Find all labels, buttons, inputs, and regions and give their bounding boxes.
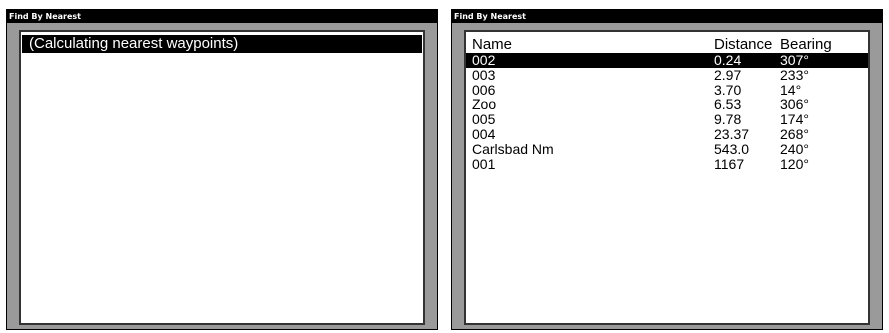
calculating-status: (Calculating nearest waypoints) xyxy=(22,35,422,53)
table-row[interactable]: 005 9.78 174° xyxy=(466,112,868,127)
waypoint-name-cell: Zoo xyxy=(472,96,497,113)
waypoint-distance-cell: 3.70 xyxy=(714,81,742,98)
table-row[interactable]: 006 3.70 14° xyxy=(466,81,868,98)
left-find-by-nearest-screen: Find By Nearest (Calculating nearest way… xyxy=(6,9,438,330)
waypoint-distance-cell: 543.0 xyxy=(714,140,750,157)
table-row[interactable]: Carlsbad Nm 543.0 240° xyxy=(466,140,868,157)
waypoint-list-panel: (Calculating nearest waypoints) xyxy=(19,30,425,325)
table-row[interactable]: 001 1167 120° xyxy=(466,155,868,172)
waypoint-bearing-cell: 240° xyxy=(780,140,809,157)
table-row[interactable]: Zoo 6.53 306° xyxy=(466,97,868,112)
waypoint-table: Name Distance Bearing 002 0.24 307° 003 2.97… xyxy=(466,32,868,171)
column-header-bearing: Bearing xyxy=(780,36,832,53)
waypoint-distance-cell: 23.37 xyxy=(714,125,750,142)
waypoint-name-cell: 003 xyxy=(472,66,496,83)
waypoint-bearing-cell: 120° xyxy=(780,155,809,172)
waypoint-bearing-cell: 14° xyxy=(780,81,802,98)
waypoint-bearing-cell: 307° xyxy=(780,52,809,68)
waypoint-name-cell: 006 xyxy=(472,81,496,98)
waypoint-distance-cell: 6.53 xyxy=(714,96,742,113)
table-row[interactable]: 002 0.24 307° xyxy=(466,53,868,68)
right-find-by-nearest-screen: Find By Nearest Name Distance Bearing 00… xyxy=(451,9,883,330)
waypoint-bearing-cell: 268° xyxy=(780,125,809,142)
waypoint-bearing-cell: 174° xyxy=(780,111,809,128)
title-bar: Find By Nearest xyxy=(452,10,882,23)
waypoint-name-cell: 001 xyxy=(472,155,496,172)
waypoint-list-panel: Name Distance Bearing 002 0.24 307° 003 2.97… xyxy=(464,30,870,325)
waypoint-name-cell: 002 xyxy=(472,52,496,68)
waypoint-distance-cell: 1167 xyxy=(714,155,745,172)
waypoint-bearing-cell: 233° xyxy=(780,66,809,83)
column-header-name: Name xyxy=(472,36,513,53)
waypoint-name-cell: 004 xyxy=(472,125,496,142)
waypoint-distance-cell: 2.97 xyxy=(714,66,742,83)
table-row[interactable]: 004 23.37 268° xyxy=(466,127,868,142)
waypoint-rows: 002 0.24 307° 003 2.97 233° 006 3.70 14° Zoo 6.53 3… xyxy=(466,53,868,171)
title-bar: Find By Nearest xyxy=(7,10,437,23)
waypoint-distance-cell: 0.24 xyxy=(714,52,742,68)
waypoint-name-cell: Carlsbad Nm xyxy=(472,140,554,157)
column-header-distance: Distance xyxy=(714,36,773,53)
waypoint-bearing-cell: 306° xyxy=(780,96,809,113)
waypoint-name-cell: 005 xyxy=(472,111,496,128)
table-row[interactable]: 003 2.97 233° xyxy=(466,66,868,83)
waypoint-distance-cell: 9.78 xyxy=(714,111,742,128)
table-header: Name Distance Bearing xyxy=(466,37,868,53)
